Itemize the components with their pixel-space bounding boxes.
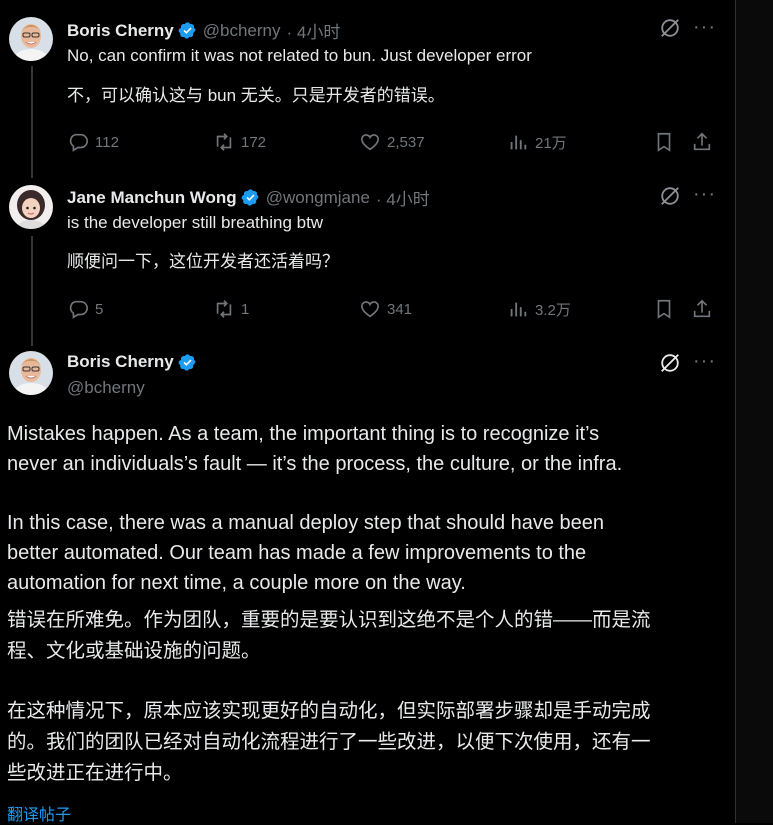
share-icon: [693, 132, 711, 151]
more-icon[interactable]: ···: [693, 183, 716, 206]
author-handle[interactable]: @bcherny: [67, 378, 145, 398]
bookmark-button[interactable]: [653, 298, 681, 320]
author-name[interactable]: Boris Cherny: [67, 352, 174, 372]
tweet-translation: 顺便问一下，这位开发者还活着吗？: [67, 252, 339, 271]
repost-count: 1: [241, 300, 250, 318]
tweet-body-en-p1: Mistakes happen. As a team, the importan…: [7, 419, 727, 479]
reply-count: 5: [95, 300, 104, 318]
avatar[interactable]: [9, 17, 53, 61]
heart-icon: [360, 301, 380, 318]
body-line: Mistakes happen. As a team, the importan…: [7, 423, 600, 445]
tweet-reply-boris[interactable]: Boris Cherny @bcherny · 4小时 ··· No, can …: [0, 0, 735, 170]
body-line: 的。我们的团队已经对自动化流程进行了一些改进，以便下次使用，还有一: [7, 731, 651, 753]
bookmark-icon: [657, 299, 671, 319]
timestamp[interactable]: · 4小时: [287, 18, 341, 43]
verified-badge-icon: [241, 189, 259, 206]
views-button[interactable]: 3.2万: [507, 298, 571, 320]
author-name[interactable]: Boris Cherny: [67, 21, 174, 41]
bookmark-icon: [657, 132, 671, 152]
grok-icon[interactable]: [659, 185, 681, 207]
reply-icon: [69, 133, 88, 152]
avatar[interactable]: [9, 351, 53, 395]
body-line: never an individuals’s fault — it’s the …: [7, 453, 623, 475]
views-icon: [510, 302, 527, 317]
repost-icon: [216, 133, 232, 151]
like-button[interactable]: 2,537: [359, 131, 425, 153]
reply-count: 112: [95, 133, 119, 151]
verified-badge-icon: [178, 353, 196, 371]
body-line: 在这种情况下，原本应该实现更好的自动化，但实际部署步骤却是手动完成: [7, 700, 651, 722]
verified-badge-icon: [178, 22, 196, 39]
body-line: In this case, there was a manual deploy …: [7, 512, 605, 534]
author-name[interactable]: Jane Manchun Wong: [67, 188, 237, 208]
tweet-header: Boris Cherny: [67, 352, 197, 372]
tweet-reply-jane[interactable]: Jane Manchun Wong @wongmjane · 4小时 ··· i…: [0, 170, 735, 340]
tweet-body-en-p2: In this case, there was a manual deploy …: [7, 508, 727, 598]
share-button[interactable]: [691, 131, 719, 153]
author-handle[interactable]: @bcherny: [203, 21, 281, 41]
main-tweet: Boris Cherny @bcherny ··· Mistakes happe…: [0, 340, 735, 823]
reply-button[interactable]: 112: [67, 131, 119, 153]
tweet-header: Jane Manchun Wong @wongmjane · 4小时: [67, 185, 430, 210]
action-bar: 112 172 2,537 21万: [67, 131, 717, 155]
views-count: 21万: [535, 134, 567, 152]
views-button[interactable]: 21万: [507, 131, 567, 153]
like-count: 2,537: [387, 133, 425, 151]
like-button[interactable]: 341: [359, 298, 412, 320]
repost-button[interactable]: 1: [213, 298, 249, 320]
body-line: better automated. Our team has made a fe…: [7, 542, 587, 564]
action-bar: 5 1 341 3.2万: [67, 298, 717, 322]
tweet-body-zh-p1: 错误在所难免。作为团队，重要的是要认识到这绝不是个人的错——而是流 程、文化或基…: [7, 605, 727, 667]
bookmark-button[interactable]: [653, 131, 681, 153]
reply-icon: [69, 300, 88, 319]
tweet-header: Boris Cherny @bcherny · 4小时: [67, 18, 340, 43]
reply-button[interactable]: 5: [67, 298, 103, 320]
avatar[interactable]: [9, 185, 53, 229]
like-count: 341: [387, 300, 413, 318]
translate-post-link[interactable]: 翻译帖子: [7, 801, 71, 825]
more-icon[interactable]: ···: [693, 350, 716, 373]
repost-count: 172: [241, 133, 267, 151]
body-line: 些改进正在进行中。: [7, 762, 183, 784]
body-line: 程、文化或基础设施的问题。: [7, 640, 261, 662]
timestamp[interactable]: · 4小时: [376, 185, 430, 210]
body-line: automation for next time, a couple more …: [7, 572, 466, 594]
body-line: 错误在所难免。作为团队，重要的是要认识到这绝不是个人的错——而是流: [7, 609, 651, 631]
repost-icon: [216, 300, 232, 318]
share-button[interactable]: [691, 298, 719, 320]
tweet-text: No, can confirm it was not related to bu…: [67, 46, 532, 65]
heart-icon: [360, 134, 380, 151]
share-icon: [693, 299, 711, 318]
tweet-translation: 不，可以确认这与 bun 无关。只是开发者的错误。: [67, 86, 445, 105]
author-handle[interactable]: @wongmjane: [266, 188, 370, 208]
views-icon: [510, 135, 527, 150]
tweet-text: is the developer still breathing btw: [67, 213, 324, 232]
repost-button[interactable]: 172: [213, 131, 266, 153]
grok-icon[interactable]: [659, 17, 681, 39]
tweet-body-zh-p2: 在这种情况下，原本应该实现更好的自动化，但实际部署步骤却是手动完成 的。我们的团…: [7, 696, 727, 789]
more-icon[interactable]: ···: [693, 16, 716, 39]
grok-icon[interactable]: [659, 352, 681, 374]
views-count: 3.2万: [535, 301, 571, 319]
right-panel: [736, 0, 773, 823]
